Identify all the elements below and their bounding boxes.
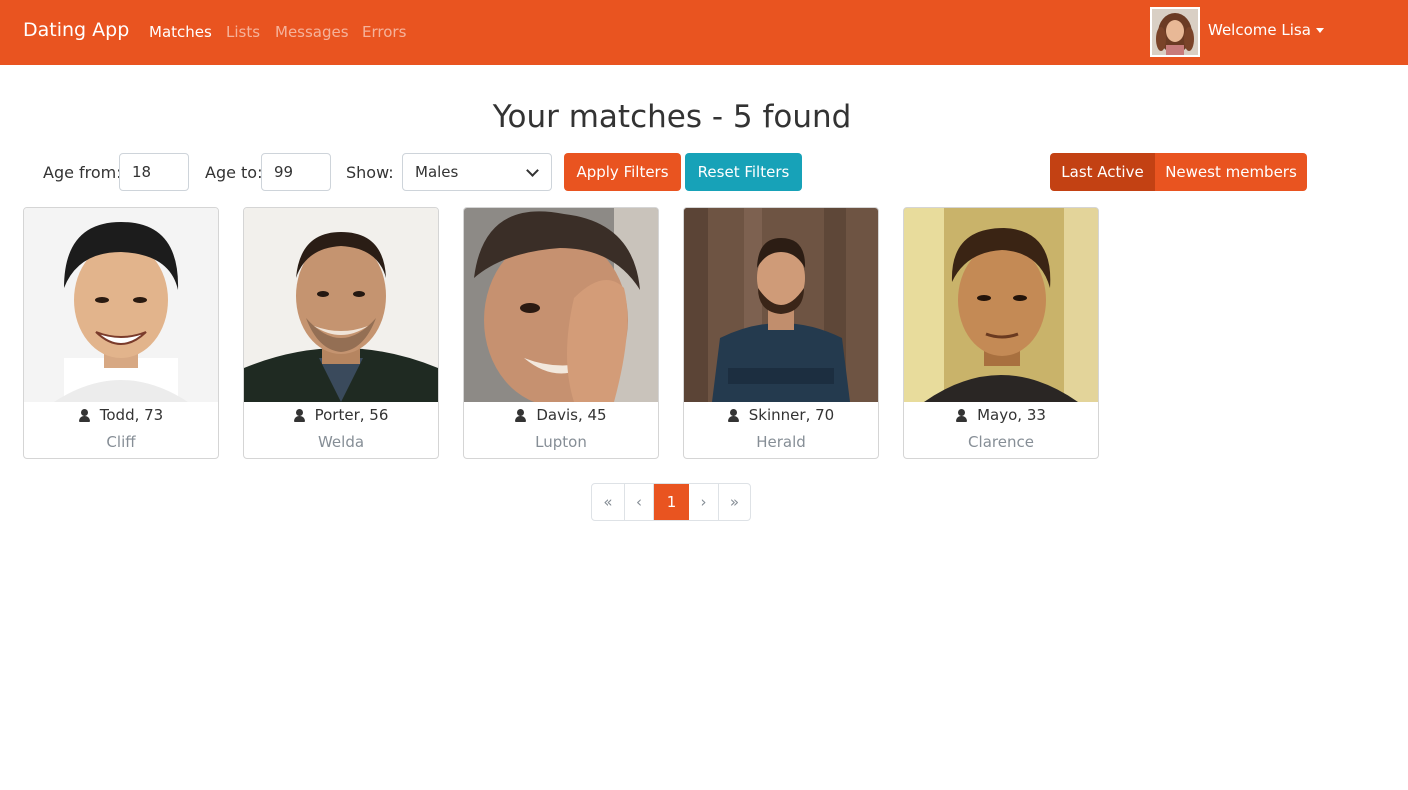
last-page-button[interactable]: » <box>719 484 750 520</box>
age-from-input[interactable]: 18 <box>119 153 189 191</box>
order-by-toggle: Last Active Newest members <box>1050 153 1307 191</box>
gender-select[interactable]: Males <box>402 153 552 191</box>
last-active-button[interactable]: Last Active <box>1050 153 1155 191</box>
page-title: Your matches - 5 found <box>492 99 852 135</box>
show-label: Show: <box>346 163 394 182</box>
user-icon <box>956 408 968 422</box>
pagination: « ‹ 1 › » <box>591 483 751 521</box>
member-card[interactable]: Todd, 73 Cliff <box>23 207 219 459</box>
member-city: Clarence <box>968 433 1034 451</box>
prev-page-button[interactable]: ‹ <box>625 484 654 520</box>
user-icon <box>515 408 527 422</box>
welcome-dropdown[interactable]: Welcome Lisa <box>1208 21 1324 39</box>
member-card[interactable]: Porter, 56 Welda <box>243 207 439 459</box>
first-page-button[interactable]: « <box>592 484 625 520</box>
apply-filters-button[interactable]: Apply Filters <box>564 153 681 191</box>
member-city: Herald <box>756 433 806 451</box>
age-to-label: Age to: <box>205 163 263 182</box>
member-name: Porter, 56 <box>314 406 389 424</box>
member-name-row: Mayo, 33 <box>904 406 1098 424</box>
next-page-button[interactable]: › <box>689 484 719 520</box>
nav-link-messages[interactable]: Messages <box>275 23 349 41</box>
member-card[interactable]: Skinner, 70 Herald <box>683 207 879 459</box>
newest-members-button[interactable]: Newest members <box>1155 153 1307 191</box>
member-name: Todd, 73 <box>99 406 164 424</box>
member-card[interactable]: Davis, 45 Lupton <box>463 207 659 459</box>
member-photo <box>904 208 1098 402</box>
member-photo <box>684 208 878 402</box>
nav-link-lists[interactable]: Lists <box>226 23 260 41</box>
age-from-label: Age from: <box>43 163 122 182</box>
brand-link[interactable]: Dating App <box>23 19 129 41</box>
user-icon <box>727 408 739 422</box>
nav-link-matches[interactable]: Matches <box>149 23 212 41</box>
member-name: Davis, 45 <box>536 406 607 424</box>
gender-select-value: Males <box>415 163 459 181</box>
nav-link-errors[interactable]: Errors <box>362 23 406 41</box>
member-name-row: Porter, 56 <box>244 406 438 424</box>
page-1-button[interactable]: 1 <box>654 484 689 520</box>
member-card[interactable]: Mayo, 33 Clarence <box>903 207 1099 459</box>
member-city: Lupton <box>535 433 587 451</box>
age-to-input[interactable]: 99 <box>261 153 331 191</box>
member-city: Welda <box>317 433 365 451</box>
member-name-row: Todd, 73 <box>24 406 218 424</box>
user-icon <box>78 408 90 422</box>
member-name: Skinner, 70 <box>748 406 835 424</box>
member-photo <box>244 208 438 402</box>
user-icon <box>293 408 305 422</box>
navbar: Dating App Matches Lists Messages Errors… <box>0 0 1408 65</box>
member-name: Mayo, 33 <box>977 406 1046 424</box>
user-avatar[interactable] <box>1150 7 1200 57</box>
member-name-row: Skinner, 70 <box>684 406 878 424</box>
member-city: Cliff <box>106 433 136 451</box>
chevron-down-icon <box>526 164 539 177</box>
reset-filters-button[interactable]: Reset Filters <box>685 153 802 191</box>
member-name-row: Davis, 45 <box>464 406 658 424</box>
welcome-label: Welcome Lisa <box>1208 21 1311 39</box>
member-photo <box>24 208 218 402</box>
caret-down-icon <box>1315 27 1324 33</box>
member-photo <box>464 208 658 402</box>
